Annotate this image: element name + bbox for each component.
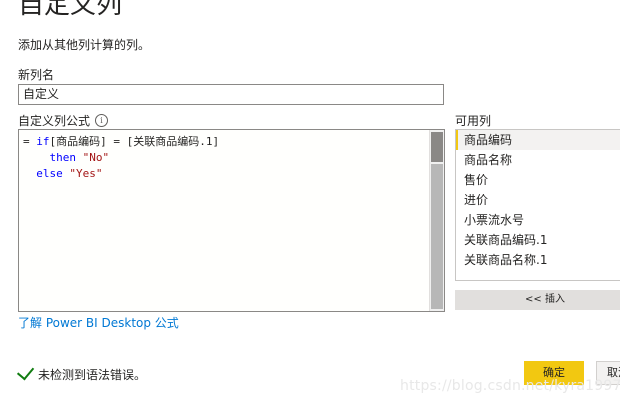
formula-string: "No" — [82, 151, 110, 164]
scrollbar-thumb[interactable] — [431, 164, 443, 309]
formula-editor[interactable]: = if[商品编码] = [关联商品编码.1] then "No" else "… — [18, 129, 445, 312]
available-columns-list[interactable]: 商品编码 商品名称 售价 进价 小票流水号 关联商品编码.1 关联商品名称.1 — [455, 129, 620, 281]
formula-indent — [23, 151, 50, 164]
available-column-item[interactable]: 关联商品名称.1 — [456, 250, 620, 270]
formula-label: 自定义列公式 — [18, 114, 91, 128]
available-column-item[interactable]: 进价 — [456, 190, 620, 210]
available-column-item[interactable]: 小票流水号 — [456, 210, 620, 230]
formula-keyword: then — [49, 151, 77, 164]
formula-token: = — [106, 135, 127, 148]
formula-token: = — [23, 135, 37, 148]
syntax-status: 未检测到语法错误。 — [16, 362, 147, 383]
formula-line-1: = if[商品编码] = [关联商品编码.1] — [23, 135, 219, 148]
formula-label-row: 自定义列公式 i — [18, 112, 109, 129]
formula-scrollbar[interactable] — [429, 130, 444, 311]
formula-keyword: else — [36, 167, 63, 180]
available-column-item[interactable]: 商品编码 — [456, 130, 620, 150]
available-column-item[interactable]: 售价 — [456, 170, 620, 190]
dialog-subtitle: 添加从其他列计算的列。 — [18, 38, 151, 52]
formula-string: "Yes" — [69, 167, 103, 180]
info-icon[interactable]: i — [95, 114, 109, 127]
formula-code[interactable]: = if[商品编码] = [关联商品编码.1] then "No" else "… — [23, 134, 219, 182]
formula-space — [76, 151, 83, 164]
formula-column-ref: [关联商品编码.1] — [126, 135, 220, 148]
available-column-item[interactable]: 商品名称 — [456, 150, 620, 170]
formula-line-2: then "No" — [23, 151, 110, 164]
formula-keyword: if — [36, 135, 50, 148]
formula-indent — [23, 167, 36, 180]
new-column-label: 新列名 — [18, 68, 55, 82]
scrollbar-up-region[interactable] — [431, 132, 443, 162]
available-columns-label: 可用列 — [455, 114, 492, 128]
dialog-title: 自定义列 — [18, 0, 123, 20]
available-column-item[interactable]: 关联商品编码.1 — [456, 230, 620, 250]
custom-column-dialog: 自定义列 添加从其他列计算的列。 新列名 自定义 自定义列公式 i = if[商… — [0, 0, 620, 406]
formula-line-3: else "Yes" — [23, 167, 103, 180]
insert-button[interactable]: << 插入 — [455, 290, 620, 310]
check-icon — [16, 362, 35, 381]
learn-formulas-link[interactable]: 了解 Power BI Desktop 公式 — [18, 314, 179, 331]
watermark: https://blog.csdn.net/kyra1997 — [400, 378, 620, 394]
formula-column-ref: [商品编码] — [49, 135, 107, 148]
new-column-name-input[interactable]: 自定义 — [18, 84, 444, 105]
syntax-status-text: 未检测到语法错误。 — [38, 368, 147, 382]
